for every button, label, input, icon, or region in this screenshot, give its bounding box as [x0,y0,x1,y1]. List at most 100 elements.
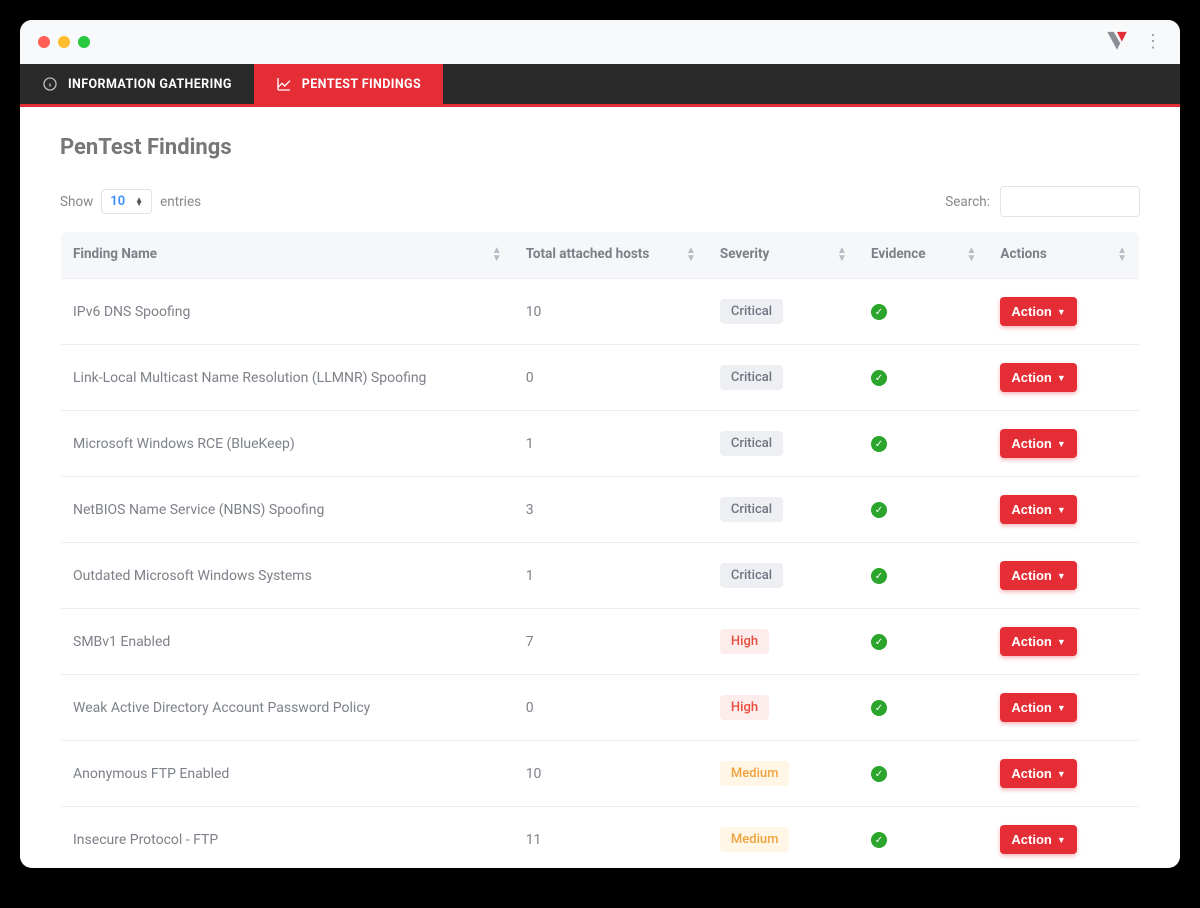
table-row: Outdated Microsoft Windows Systems1 Criti… [61,543,1140,609]
chevron-down-icon: ▼ [1057,505,1066,515]
tab-information-gathering[interactable]: INFORMATION GATHERING [20,64,254,104]
close-window-button[interactable] [38,36,50,48]
cell-actions: Action▼ [988,609,1139,675]
action-dropdown-button[interactable]: Action▼ [1000,495,1076,524]
app-window: ⋮ INFORMATION GATHERING PENTEST FINDINGS… [20,20,1180,868]
column-header-severity[interactable]: Severity ▲▼ [708,232,859,279]
action-dropdown-button[interactable]: Action▼ [1000,759,1076,788]
table-row: Microsoft Windows RCE (BlueKeep)1Critica… [61,411,1140,477]
table-row: SMBv1 Enabled7High ✓ Action▼ [61,609,1140,675]
cell-severity: Medium [708,741,859,807]
action-dropdown-button[interactable]: Action▼ [1000,429,1076,458]
cell-finding-name: NetBIOS Name Service (NBNS) Spoofing [61,477,514,543]
cell-severity: High [708,609,859,675]
check-circle-icon: ✓ [871,832,887,848]
cell-evidence: ✓ [859,741,988,807]
cell-evidence: ✓ [859,807,988,868]
severity-badge: Critical [720,563,783,588]
severity-badge: Medium [720,761,790,786]
chart-icon [276,76,292,92]
cell-actions: Action▼ [988,279,1139,345]
severity-badge: High [720,695,769,720]
cell-hosts: 0 [514,675,708,741]
cell-finding-name: Weak Active Directory Account Password P… [61,675,514,741]
cell-hosts: 1 [514,543,708,609]
check-circle-icon: ✓ [871,502,887,518]
cell-severity: Critical [708,345,859,411]
cell-hosts: 0 [514,345,708,411]
sort-icon: ▲▼ [686,246,696,264]
column-header-actions[interactable]: Actions ▲▼ [988,232,1139,279]
action-dropdown-button[interactable]: Action▼ [1000,693,1076,722]
cell-evidence: ✓ [859,675,988,741]
check-circle-icon: ✓ [871,634,887,650]
table-row: Link-Local Multicast Name Resolution (LL… [61,345,1140,411]
chevron-down-icon: ▼ [1057,571,1066,581]
window-controls [38,36,90,48]
findings-table: Finding Name ▲▼ Total attached hosts ▲▼ … [60,231,1140,867]
cell-hosts: 1 [514,411,708,477]
search-input[interactable] [1000,186,1140,217]
chevron-down-icon: ▼ [1057,769,1066,779]
cell-severity: Critical [708,477,859,543]
titlebar: ⋮ [20,20,1180,64]
table-controls: Show 10 ▲▼ entries Search: [60,186,1140,217]
more-menu-icon[interactable]: ⋮ [1144,33,1162,51]
column-header-hosts[interactable]: Total attached hosts ▲▼ [514,232,708,279]
table-row: NetBIOS Name Service (NBNS) Spoofing3Cri… [61,477,1140,543]
maximize-window-button[interactable] [78,36,90,48]
table-row: Insecure Protocol - FTP11Medium✓Action▼ [61,807,1140,868]
entries-per-page-select[interactable]: 10 ▲▼ [101,189,152,214]
chevron-down-icon: ▼ [1057,439,1066,449]
action-dropdown-button[interactable]: Action▼ [1000,363,1076,392]
tab-pentest-findings[interactable]: PENTEST FINDINGS [254,64,443,104]
cell-actions: Action▼ [988,741,1139,807]
cell-evidence: ✓ [859,279,988,345]
severity-badge: Critical [720,365,783,390]
chevron-down-icon: ▼ [1057,637,1066,647]
chevron-down-icon: ▼ [1057,307,1066,317]
info-icon [42,76,58,92]
check-circle-icon: ✓ [871,436,887,452]
action-dropdown-button[interactable]: Action▼ [1000,825,1076,854]
cell-hosts: 10 [514,279,708,345]
cell-finding-name: Microsoft Windows RCE (BlueKeep) [61,411,514,477]
minimize-window-button[interactable] [58,36,70,48]
cell-evidence: ✓ [859,477,988,543]
column-header-finding-name[interactable]: Finding Name ▲▼ [61,232,514,279]
severity-badge: Critical [720,299,783,324]
column-header-evidence[interactable]: Evidence ▲▼ [859,232,988,279]
brand-logo-icon [1104,27,1130,57]
main-tabs: INFORMATION GATHERING PENTEST FINDINGS [20,64,1180,107]
chevron-down-icon: ▼ [1057,703,1066,713]
check-circle-icon: ✓ [871,700,887,716]
cell-finding-name: Outdated Microsoft Windows Systems [61,543,514,609]
sort-icon: ▲▼ [1117,246,1127,264]
cell-actions: Action▼ [988,477,1139,543]
sort-icon: ▲▼ [837,246,847,264]
table-row: Anonymous FTP Enabled10Medium✓Action▼ [61,741,1140,807]
check-circle-icon: ✓ [871,304,887,320]
action-dropdown-button[interactable]: Action▼ [1000,561,1076,590]
cell-finding-name: SMBv1 Enabled [61,609,514,675]
tab-label: PENTEST FINDINGS [302,77,421,92]
cell-actions: Action▼ [988,543,1139,609]
severity-badge: Critical [720,497,783,522]
action-dropdown-button[interactable]: Action▼ [1000,627,1076,656]
cell-severity: Medium [708,807,859,868]
select-chevrons-icon: ▲▼ [135,198,143,206]
table-row: Weak Active Directory Account Password P… [61,675,1140,741]
cell-hosts: 7 [514,609,708,675]
severity-badge: Medium [720,827,790,852]
check-circle-icon: ✓ [871,766,887,782]
sort-icon: ▲▼ [492,246,502,264]
cell-evidence: ✓ [859,345,988,411]
cell-actions: Action▼ [988,675,1139,741]
cell-hosts: 10 [514,741,708,807]
table-row: IPv6 DNS Spoofing10Critical✓Action▼ [61,279,1140,345]
tab-label: INFORMATION GATHERING [68,77,232,92]
cell-actions: Action▼ [988,807,1139,868]
action-dropdown-button[interactable]: Action▼ [1000,297,1076,326]
cell-evidence: ✓ [859,609,988,675]
cell-finding-name: Link-Local Multicast Name Resolution (LL… [61,345,514,411]
